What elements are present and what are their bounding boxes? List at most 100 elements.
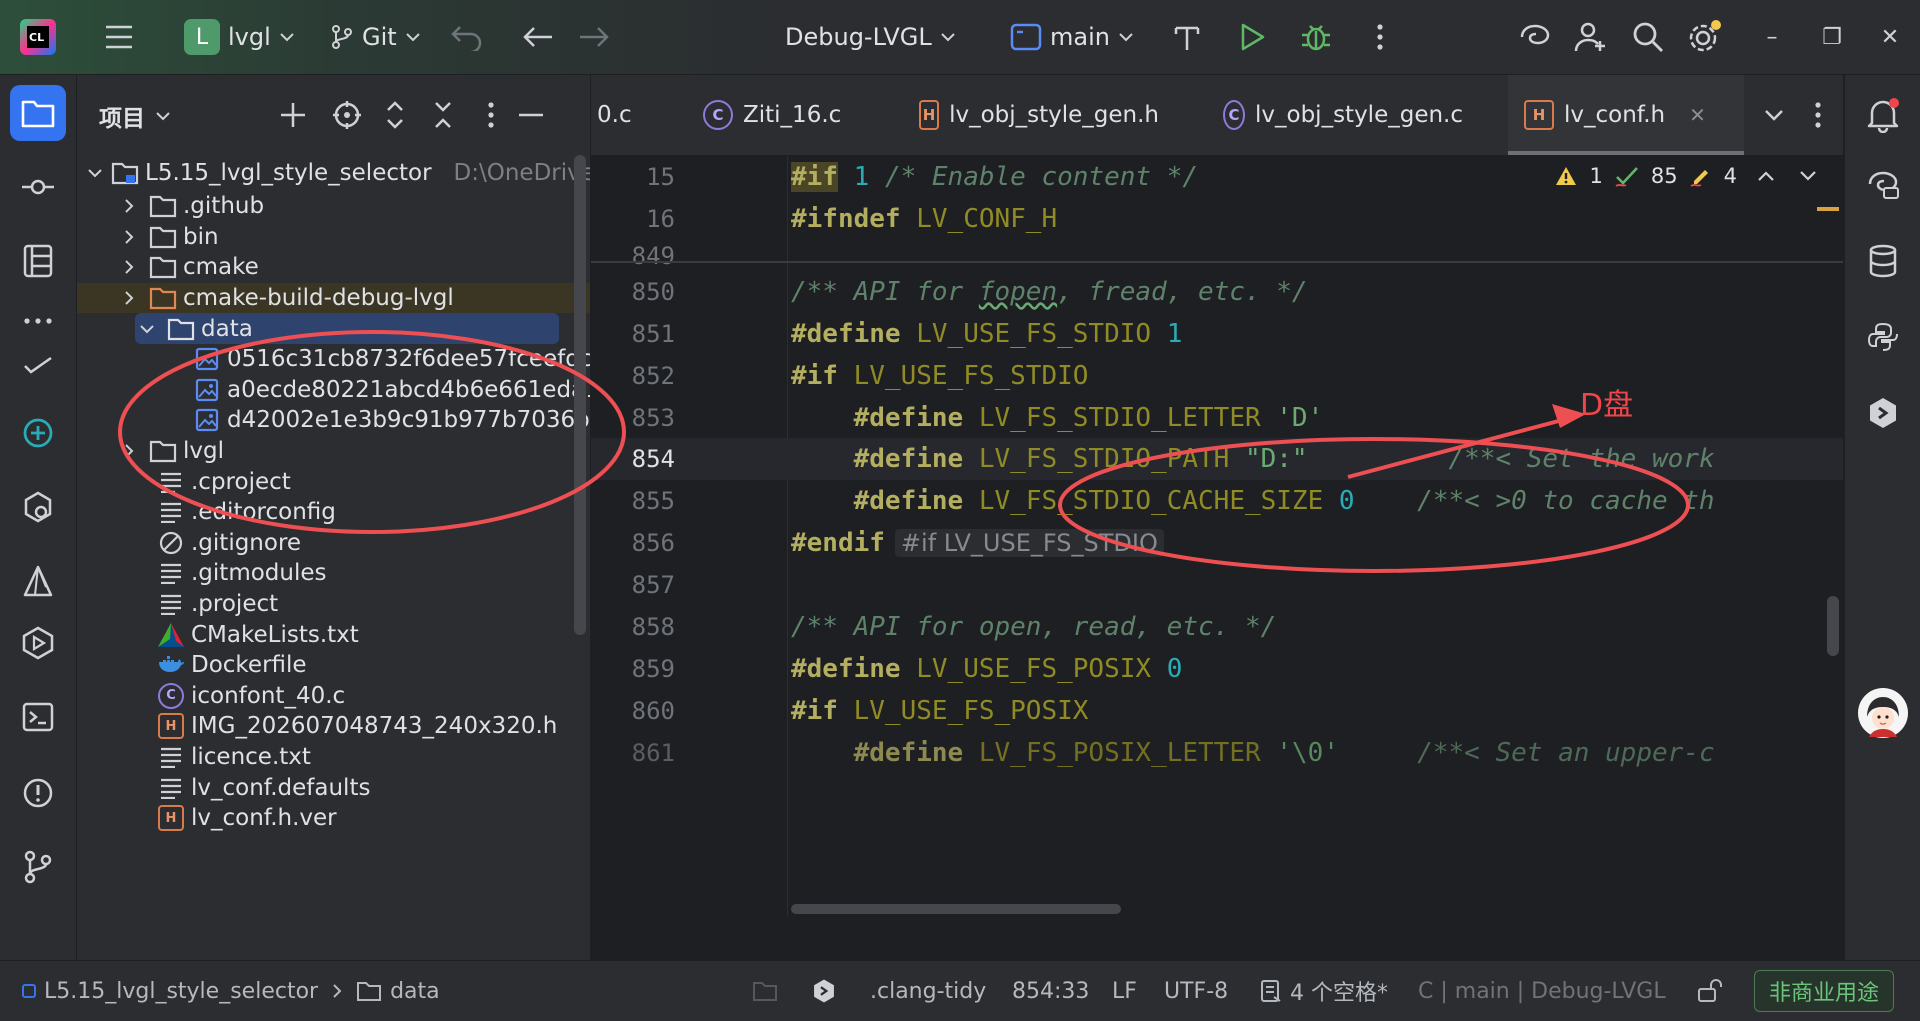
tree-item[interactable]: .github	[77, 191, 590, 222]
tree-item[interactable]: .gitignore	[77, 528, 590, 559]
project-view-selector[interactable]: 项目	[99, 99, 171, 133]
collapse-all-icon[interactable]	[423, 95, 463, 135]
tree-item[interactable]: bin	[77, 222, 590, 253]
tree-item[interactable]: CMakeLists.txt	[77, 619, 590, 650]
code-line[interactable]: 855 #define LV_FS_STDIO_CACHE_SIZE 0 /**…	[591, 480, 1843, 522]
restore-button[interactable]: ❐	[1804, 0, 1860, 74]
ai-chat-icon[interactable]	[1857, 159, 1909, 211]
python-icon[interactable]	[1857, 311, 1909, 363]
project-scrollbar[interactable]	[574, 155, 586, 635]
close-button[interactable]: ✕	[1862, 0, 1918, 74]
breadcrumb-folder[interactable]: data	[390, 979, 440, 1004]
license-widget[interactable]: 非商业用途	[1754, 961, 1895, 1021]
code-line[interactable]: 851 #define LV_USE_FS_STDIO 1	[591, 313, 1843, 355]
terminal-icon[interactable]	[10, 689, 66, 745]
tree-item[interactable]: d42002e1e3b9c91b977b7036be4c	[77, 405, 590, 436]
chevron-right-icon[interactable]	[117, 439, 141, 463]
tree-item[interactable]: .project	[77, 589, 590, 620]
minimize-button[interactable]: –	[1744, 0, 1800, 74]
project-switcher[interactable]: L lvgl	[184, 0, 295, 74]
chevron-down-icon[interactable]	[1799, 170, 1817, 182]
editor-horizontal-scrollbar[interactable]	[791, 904, 1121, 914]
close-tab-icon[interactable]: ✕	[1689, 103, 1706, 127]
vcs-widget[interactable]: Git	[330, 0, 421, 74]
chevron-right-icon[interactable]	[117, 194, 141, 218]
code-line[interactable]: 852 #if LV_USE_FS_STDIO	[591, 355, 1843, 397]
todo-icon[interactable]	[10, 337, 66, 393]
indent-widget[interactable]: 4 个空格*	[1260, 961, 1388, 1021]
code-line[interactable]: 857	[591, 564, 1843, 606]
code-line[interactable]: 859 #define LV_USE_FS_POSIX 0	[591, 648, 1843, 690]
scroll-warning-marker[interactable]	[1817, 207, 1839, 211]
tree-item[interactable]: 0516c31cb8732f6dee57fceefdcbb8	[77, 344, 590, 375]
tab-ziti-16-c[interactable]: C Ziti_16.c	[703, 75, 883, 155]
options-icon[interactable]	[471, 95, 511, 135]
tab-list-chevron-icon[interactable]	[1751, 75, 1797, 155]
editor-vertical-scrollbar[interactable]	[1827, 596, 1839, 656]
context-widget[interactable]: C | main | Debug-LVGL	[1418, 961, 1666, 1021]
code-line[interactable]: 861 #define LV_FS_POSIX_LETTER '\0' /**<…	[591, 732, 1843, 774]
commit-icon[interactable]	[10, 159, 66, 215]
add-icon[interactable]	[273, 95, 313, 135]
forward-icon[interactable]	[578, 0, 610, 74]
build-icon[interactable]	[1172, 0, 1202, 74]
tree-item[interactable]: H IMG_202607048743_240x320.h	[77, 711, 590, 742]
git-icon[interactable]	[10, 839, 66, 895]
tab-lv-obj-style-gen-h[interactable]: H lv_obj_style_gen.h	[919, 75, 1159, 155]
tree-item[interactable]: Ciconfont_40.c	[77, 681, 590, 712]
app-logo[interactable]: CL	[18, 0, 58, 74]
settings-icon[interactable]	[1686, 0, 1722, 74]
folder-status-icon[interactable]	[752, 961, 778, 1021]
services-run-icon[interactable]	[10, 615, 66, 671]
run-icon[interactable]	[1238, 0, 1266, 74]
search-icon[interactable]	[1632, 0, 1664, 74]
tree-root[interactable]: L5.15_lvgl_style_selector D:\OneDrive\De	[77, 154, 590, 191]
tab-0-c[interactable]: 0.c	[597, 75, 667, 155]
hamburger-icon[interactable]	[104, 0, 134, 74]
code-editor[interactable]: 15 #if 1 /* Enable content */ 16 #ifndef LV…	[591, 156, 1843, 916]
caret-position[interactable]: 854:33	[1012, 961, 1089, 1021]
tree-item[interactable]: licence.txt	[77, 742, 590, 773]
chevron-down-icon[interactable]	[135, 317, 159, 341]
clang-tidy-status[interactable]: .clang-tidy	[870, 961, 986, 1021]
back-icon[interactable]	[522, 0, 554, 74]
services-icon[interactable]	[10, 479, 66, 535]
problems-icon[interactable]	[10, 765, 66, 821]
structure-icon[interactable]	[10, 233, 66, 289]
tree-item[interactable]: cmake	[77, 252, 590, 283]
breadcrumb-project[interactable]: L5.15_lvgl_style_selector	[44, 979, 318, 1004]
hide-panel-icon[interactable]	[511, 95, 551, 135]
code-line[interactable]: 850 /** API for fopen, fread, etc. */	[591, 271, 1843, 313]
inspection-widget[interactable]: 1 85 4	[1553, 164, 1817, 188]
tree-item[interactable]: lv_conf.defaults	[77, 772, 590, 803]
readonly-lock-icon[interactable]	[1696, 961, 1724, 1021]
code-line[interactable]: 858 /** API for open, read, etc. */	[591, 606, 1843, 648]
tree-item[interactable]: Hlv_conf.h.ver	[77, 803, 590, 834]
clang-tidy-status-icon[interactable]	[812, 961, 836, 1021]
tree-item[interactable]: Dockerfile	[77, 650, 590, 681]
target-selector[interactable]: main	[1010, 0, 1134, 74]
tree-item[interactable]: a0ecde80221abcd4b6e661eda136f	[77, 375, 590, 406]
tab-options-icon[interactable]	[1803, 75, 1833, 155]
avatar[interactable]	[1857, 687, 1909, 739]
database-icon[interactable]	[1857, 235, 1909, 287]
run-config-selector[interactable]: Debug-LVGL	[785, 0, 956, 74]
clang-tidy-icon[interactable]	[1857, 387, 1909, 439]
code-line[interactable]: 860 #if LV_USE_FS_POSIX	[591, 690, 1843, 732]
tree-item[interactable]: cmake-build-debug-lvgl	[77, 282, 590, 314]
tree-item[interactable]: .gitmodules	[77, 558, 590, 589]
ai-icon[interactable]	[1518, 0, 1552, 74]
chevron-right-icon[interactable]	[117, 225, 141, 249]
line-separator[interactable]: LF	[1112, 961, 1137, 1021]
chevron-down-icon[interactable]	[87, 161, 103, 185]
tab-lv-conf-h[interactable]: H lv_conf.h ✕	[1508, 75, 1744, 155]
tree-item[interactable]: .editorconfig	[77, 497, 590, 528]
tree-item[interactable]: lvgl	[77, 436, 590, 467]
tree-item[interactable]: data	[135, 313, 559, 344]
code-line[interactable]: 853 #define LV_FS_STDIO_LETTER 'D'	[591, 397, 1843, 439]
more-icon[interactable]	[1376, 0, 1384, 74]
code-line[interactable]: 854 #define LV_FS_STDIO_PATH "D:" /**< S…	[591, 438, 1843, 480]
tab-lv-obj-style-gen-c[interactable]: C lv_obj_style_gen.c	[1223, 75, 1463, 155]
notifications-icon[interactable]	[1857, 89, 1909, 141]
locate-icon[interactable]	[327, 95, 367, 135]
